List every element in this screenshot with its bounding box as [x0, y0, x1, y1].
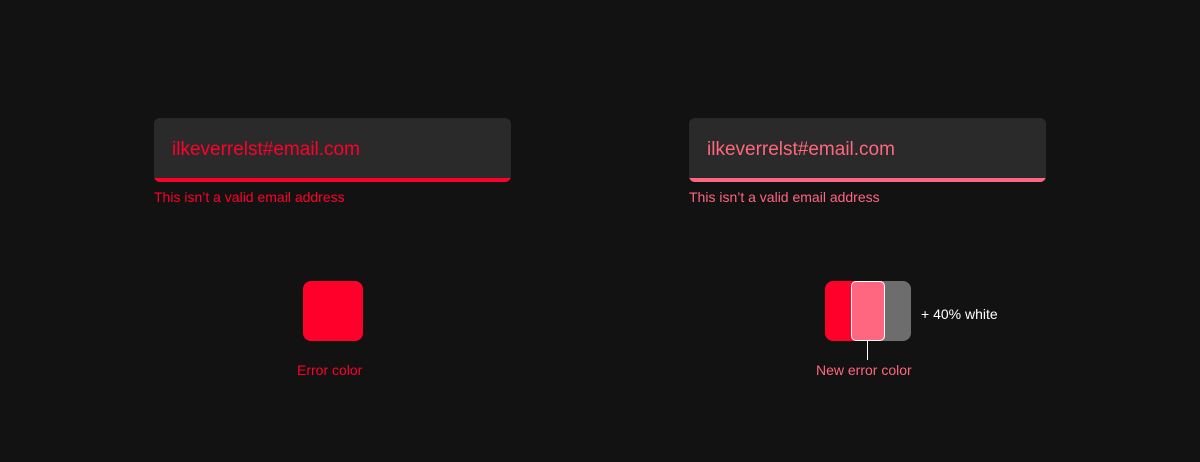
error-helper-text: This isn’t a valid email address	[689, 189, 880, 205]
error-color-caption: Error color	[297, 362, 363, 378]
error-underline	[154, 178, 511, 182]
email-field-original[interactable]: ilkeverrelst#email.com	[154, 118, 511, 182]
email-field-new[interactable]: ilkeverrelst#email.com	[689, 118, 1046, 182]
new-error-color-caption: New error color	[816, 362, 912, 378]
email-field-value: ilkeverrelst#email.com	[707, 139, 895, 160]
email-field-value: ilkeverrelst#email.com	[172, 139, 360, 160]
error-underline	[689, 178, 1046, 182]
new-error-color-swatch	[851, 281, 885, 341]
error-color-swatch	[303, 281, 363, 341]
leader-line	[867, 341, 868, 360]
mix-label: + 40% white	[921, 306, 998, 322]
error-helper-text: This isn’t a valid email address	[154, 189, 345, 205]
